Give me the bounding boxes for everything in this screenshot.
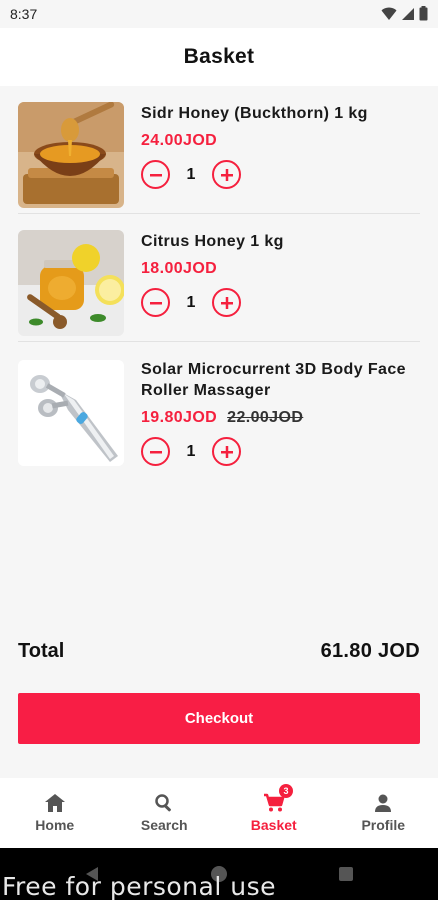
battery-icon (419, 6, 428, 21)
plus-icon (220, 168, 233, 181)
quantity-value: 1 (186, 293, 196, 311)
nav-item-basket[interactable]: 3 Basket (219, 778, 329, 848)
price-row: 24.00JOD (141, 132, 217, 150)
cart-item-name: Citrus Honey 1 kg (141, 233, 284, 250)
increase-quantity-button[interactable] (212, 437, 241, 466)
home-icon (44, 794, 65, 812)
status-icons (381, 6, 428, 21)
nav-item-profile[interactable]: Profile (329, 778, 438, 848)
bottom-nav: Home Search 3 Basket Profile (0, 778, 438, 848)
cart-item-price: 19.80JOD (141, 409, 218, 426)
honey-bowl-image[interactable] (18, 102, 124, 208)
plus-icon (220, 296, 233, 309)
quantity-stepper: 1 (141, 437, 241, 466)
total-value: 61.80 JOD (320, 640, 420, 662)
quantity-stepper: 1 (141, 288, 241, 317)
person-icon (375, 794, 392, 812)
signal-icon (402, 7, 414, 20)
cart-item-name: Sidr Honey (Buckthorn) 1 kg (141, 105, 368, 122)
nav-item-home[interactable]: Home (0, 778, 110, 848)
checkout-button[interactable]: Checkout (18, 693, 420, 744)
cart-item-price: 18.00JOD (141, 260, 218, 277)
nav-label: Basket (250, 817, 297, 833)
minus-icon (149, 301, 162, 304)
decrease-quantity-button[interactable] (141, 437, 170, 466)
cart-item-name: Solar Microcurrent 3D Body Face Roller M… (141, 361, 406, 399)
quantity-value: 1 (186, 165, 196, 183)
nav-item-search[interactable]: Search (110, 778, 220, 848)
app-header: Basket (0, 28, 438, 86)
cart-item-old-price: 22.00JOD (227, 409, 304, 426)
nav-label: Home (35, 817, 75, 833)
status-time: 8:37 (10, 6, 38, 22)
decrease-quantity-button[interactable] (141, 288, 170, 317)
quantity-stepper: 1 (141, 160, 241, 189)
watermark-text: Free for personal use (2, 872, 276, 900)
search-icon (155, 794, 172, 812)
decrease-quantity-button[interactable] (141, 160, 170, 189)
citrus-honey-jar-image[interactable] (18, 230, 124, 336)
face-roller-image[interactable] (18, 360, 124, 466)
cart-count-badge: 3 (279, 784, 293, 798)
wifi-icon (381, 7, 397, 20)
plus-icon (220, 445, 233, 458)
nav-label: Search (140, 817, 188, 833)
item-divider (18, 213, 420, 214)
item-divider (18, 341, 420, 342)
nav-label: Profile (361, 817, 406, 833)
increase-quantity-button[interactable] (212, 160, 241, 189)
minus-icon (149, 450, 162, 453)
minus-icon (149, 173, 162, 176)
increase-quantity-button[interactable] (212, 288, 241, 317)
quantity-value: 1 (186, 442, 196, 460)
status-bar: 8:37 (0, 0, 438, 28)
total-label: Total (18, 640, 65, 662)
price-row: 19.80JOD 22.00JOD (141, 409, 303, 427)
price-row: 18.00JOD (141, 260, 217, 278)
recents-icon[interactable] (338, 866, 354, 882)
cart-item-price: 24.00JOD (141, 132, 218, 149)
page-title: Basket (183, 45, 255, 68)
total-row: Total 61.80 JOD (18, 640, 420, 663)
